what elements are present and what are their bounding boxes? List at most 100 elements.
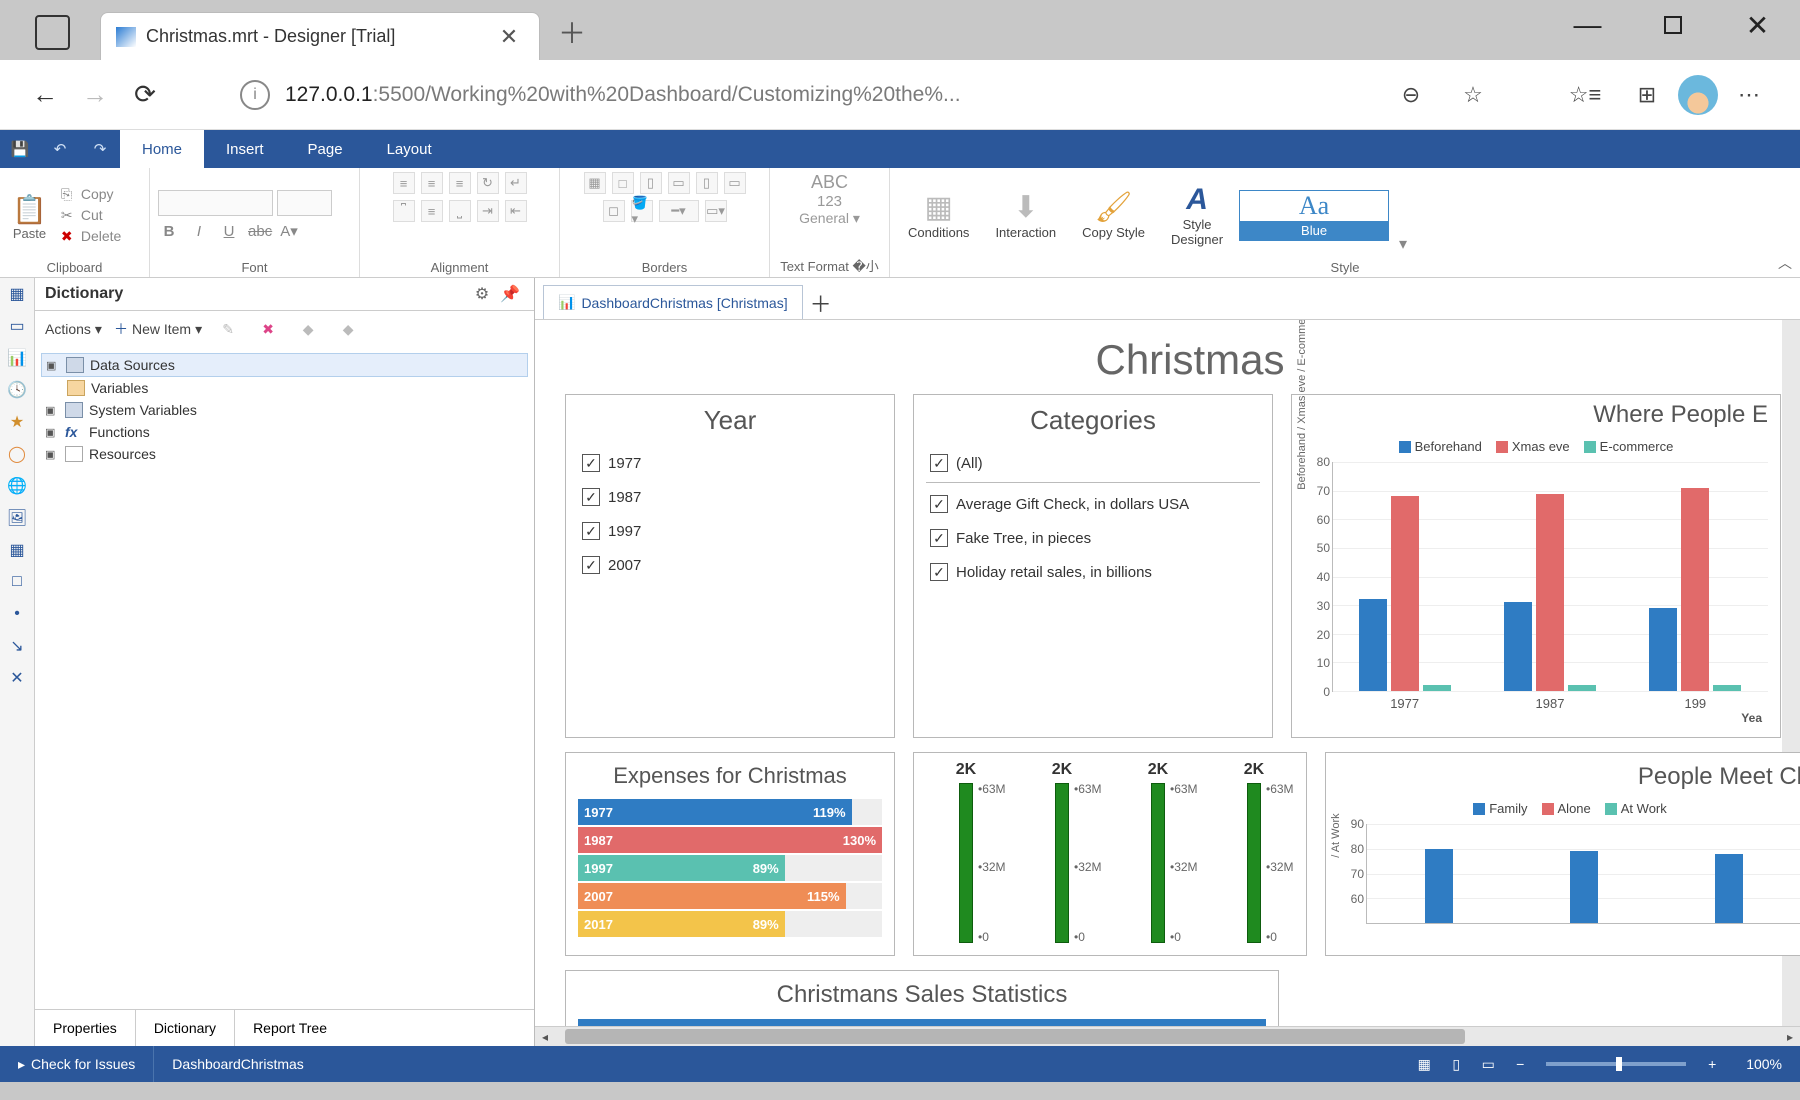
checkbox-all[interactable]: ✓(All) — [926, 446, 1260, 483]
toolbox-arrow-icon[interactable]: ↘ — [0, 630, 34, 662]
valign-bottom-icon[interactable]: ⎵ — [449, 200, 471, 222]
close-window-button[interactable]: ✕ — [1715, 0, 1800, 50]
tree-resources[interactable]: ▣Resources — [41, 443, 528, 465]
italic-button[interactable]: I — [188, 223, 210, 240]
profile-avatar[interactable] — [1678, 75, 1718, 115]
toolbox-globe-icon[interactable]: 🌐 — [0, 470, 34, 502]
cut-button[interactable]: ✂Cut — [55, 205, 127, 226]
pin-icon[interactable]: 📌 — [496, 284, 524, 304]
more-menu-icon[interactable]: ⋯ — [1726, 72, 1772, 118]
checkbox-category[interactable]: ✓Average Gift Check, in dollars USA — [926, 487, 1260, 521]
horizontal-scrollbar[interactable]: ◂ ▸ — [535, 1026, 1800, 1046]
toolbox-chart-icon[interactable]: 📊 — [0, 342, 34, 374]
panel-expenses[interactable]: Expenses for Christmas 1977119%1987130%1… — [565, 752, 895, 956]
maximize-button[interactable] — [1630, 0, 1715, 50]
rotate-icon[interactable]: ↻ — [477, 172, 499, 194]
valign-top-icon[interactable]: ⎴ — [393, 200, 415, 222]
font-color-button[interactable]: A▾ — [278, 222, 300, 240]
delete-item-icon[interactable]: ✖ — [254, 321, 282, 338]
add-document-button[interactable]: ＋ — [803, 287, 839, 319]
conditions-button[interactable]: ▦Conditions — [898, 190, 979, 240]
copy-style-button[interactable]: 🖌Copy Style — [1072, 190, 1155, 240]
style-preset-blue[interactable]: Aa Blue — [1239, 190, 1389, 241]
scroll-thumb[interactable] — [565, 1029, 1465, 1044]
align-center-icon[interactable]: ≡ — [421, 172, 443, 194]
zoom-in-button[interactable]: + — [1696, 1056, 1728, 1072]
address-bar[interactable]: i 127.0.0.1:5500/Working%20with%20Dashbo… — [230, 72, 1514, 118]
border-color-icon[interactable]: ▭▾ — [705, 200, 727, 222]
actions-dropdown[interactable]: Actions ▾ — [45, 321, 102, 338]
view-mode-2-icon[interactable]: ▯ — [1440, 1056, 1472, 1073]
ribbon-tab-home[interactable]: Home — [120, 130, 204, 168]
panel-sales[interactable]: Christmans Sales Statistics YearNameAmou… — [565, 970, 1279, 1026]
site-info-icon[interactable]: i — [240, 80, 270, 110]
undo-icon[interactable]: ↶ — [40, 130, 80, 168]
ribbon-tab-page[interactable]: Page — [286, 130, 365, 168]
move-up-icon[interactable]: ◆ — [294, 321, 322, 338]
check-issues-button[interactable]: ▸ Check for Issues — [0, 1046, 154, 1082]
panel-where-people[interactable]: Where People E BeforehandXmas eveE-comme… — [1291, 394, 1781, 738]
scroll-left-icon[interactable]: ◂ — [535, 1027, 555, 1046]
collections-icon[interactable]: ⊞ — [1624, 72, 1670, 118]
wrap-icon[interactable]: ↵ — [505, 172, 527, 194]
toolbox-tools-icon[interactable]: ✕ — [0, 662, 34, 694]
general-dropdown[interactable]: General ▾ — [799, 210, 860, 227]
style-designer-button[interactable]: AStyleDesigner — [1161, 183, 1233, 247]
toolbox-card-icon[interactable]: ▭ — [0, 310, 34, 342]
zoom-out-icon[interactable]: ⊖ — [1388, 72, 1434, 118]
tree-variables[interactable]: Variables — [41, 377, 528, 399]
border-right-icon[interactable]: ▯ — [696, 172, 718, 194]
align-left-icon[interactable]: ≡ — [393, 172, 415, 194]
tab-report-tree[interactable]: Report Tree — [235, 1010, 345, 1046]
panel-year[interactable]: Year ✓1977✓1987✓1997✓2007 — [565, 394, 895, 738]
valign-mid-icon[interactable]: ≡ — [421, 200, 443, 222]
toolbox-star-icon[interactable]: ★ — [0, 406, 34, 438]
fill-color-icon[interactable]: 🪣▾ — [631, 200, 653, 222]
border-bottom-icon[interactable]: ▭ — [724, 172, 746, 194]
strike-button[interactable]: abc — [248, 223, 270, 240]
ribbon-tab-insert[interactable]: Insert — [204, 130, 286, 168]
font-size-dropdown[interactable] — [277, 190, 332, 216]
border-style-icon[interactable]: ━▾ — [659, 200, 699, 222]
document-tab[interactable]: 📊DashboardChristmas [Christmas] — [543, 285, 803, 319]
checkbox-category[interactable]: ✓Holiday retail sales, in billions — [926, 555, 1260, 589]
scroll-right-icon[interactable]: ▸ — [1780, 1027, 1800, 1046]
view-mode-3-icon[interactable]: ▭ — [1472, 1056, 1504, 1073]
tree-functions[interactable]: ▣fxFunctions — [41, 421, 528, 443]
bold-button[interactable]: B — [158, 223, 180, 240]
toolbox-grid-icon[interactable]: ▦ — [0, 534, 34, 566]
settings-icon[interactable]: ⚙ — [468, 284, 496, 304]
edit-icon[interactable]: ✎ — [214, 321, 242, 338]
tree-system-variables[interactable]: ▣System Variables — [41, 399, 528, 421]
outdent-icon[interactable]: ⇤ — [505, 200, 527, 222]
status-document[interactable]: DashboardChristmas — [154, 1046, 322, 1082]
tree-data-sources[interactable]: ▣Data Sources — [41, 353, 528, 377]
zoom-level[interactable]: 100% — [1728, 1046, 1800, 1082]
border-none-icon[interactable]: □ — [612, 172, 634, 194]
border-all-icon[interactable]: ▦ — [584, 172, 606, 194]
panel-gauges[interactable]: 2K •63M •32M •0 2K •63M •32M •0 2K •63M … — [913, 752, 1307, 956]
minimize-button[interactable]: — — [1545, 0, 1630, 50]
view-mode-1-icon[interactable]: ▦ — [1408, 1056, 1440, 1073]
paste-button[interactable]: 📋 Paste — [8, 189, 55, 241]
tab-dictionary[interactable]: Dictionary — [135, 1009, 235, 1046]
interaction-button[interactable]: ⬇Interaction — [985, 190, 1066, 240]
indent-icon[interactable]: ⇥ — [477, 200, 499, 222]
panel-categories[interactable]: Categories ✓(All) ✓Average Gift Check, i… — [913, 394, 1273, 738]
design-canvas[interactable]: Christmas Year ✓1977✓1987✓1997✓2007 Cate… — [535, 320, 1800, 1026]
align-right-icon[interactable]: ≡ — [449, 172, 471, 194]
favorite-icon[interactable]: ☆ — [1450, 72, 1496, 118]
toolbox-table-icon[interactable]: ▦ — [0, 278, 34, 310]
browser-tab[interactable]: Christmas.mrt - Designer [Trial] ✕ — [100, 12, 540, 60]
toolbox-donut-icon[interactable]: ◯ — [0, 438, 34, 470]
style-more-icon[interactable]: ▾ — [1395, 230, 1411, 258]
save-icon[interactable]: 💾 — [0, 130, 40, 168]
toolbox-dot-icon[interactable]: • — [0, 598, 34, 630]
tab-properties[interactable]: Properties — [35, 1010, 135, 1046]
border-top-icon[interactable]: ▭ — [668, 172, 690, 194]
border-left-icon[interactable]: ▯ — [640, 172, 662, 194]
collapse-ribbon-icon[interactable]: ︿ — [1778, 253, 1792, 273]
checkbox-category[interactable]: ✓Fake Tree, in pieces — [926, 521, 1260, 555]
copy-button[interactable]: ⎘Copy — [55, 184, 127, 205]
checkbox-year[interactable]: ✓2007 — [578, 548, 882, 582]
